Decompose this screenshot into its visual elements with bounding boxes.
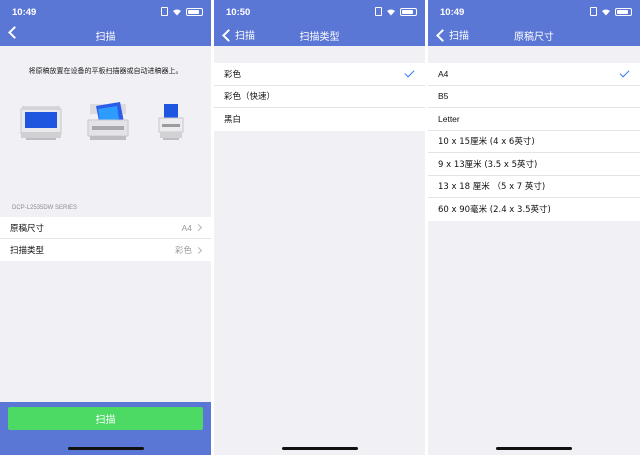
wifi-icon (601, 8, 611, 16)
paper-size-row[interactable]: 原稿尺寸 A4 (0, 217, 211, 239)
feeder-scanner-icon (156, 102, 186, 146)
list-item-color[interactable]: 彩色 (214, 63, 425, 86)
list-item-9x13[interactable]: 9 x 13厘米 (3.5 x 5英寸) (428, 153, 640, 176)
list-item-a4[interactable]: A4 (428, 63, 640, 86)
list-item-color-fast[interactable]: 彩色（快速） (214, 85, 425, 108)
sim-icon (161, 7, 168, 16)
nav-bar: 扫描 原稿尺寸 (428, 24, 640, 46)
home-indicator (496, 447, 572, 450)
page-title: 扫描 (95, 32, 116, 43)
checkmark-icon (619, 67, 630, 78)
home-indicator (281, 447, 358, 450)
status-time: 10:49 (440, 7, 465, 18)
status-time: 10:50 (226, 7, 251, 18)
battery-icon (615, 7, 632, 16)
checkmark-icon (404, 67, 415, 78)
paper-size-screen: 10:49 扫描 原稿尺寸 A4 B5 Letter 10 x 15厘米 (4 … (428, 0, 640, 455)
scan-type-screen: 10:50 扫描 扫描类型 彩色 彩色（快速） 黑白 (214, 0, 425, 455)
paper-size-value: A4 (182, 223, 203, 233)
sim-icon (375, 7, 382, 16)
chevron-right-icon (194, 246, 203, 254)
status-bar: 10:50 (214, 0, 425, 24)
flatbed-scanner-icon (20, 102, 62, 146)
list-item-60x90[interactable]: 60 x 90毫米 (2.4 x 3.5英寸) (428, 198, 640, 221)
list-item-black-white[interactable]: 黑白 (214, 108, 425, 131)
list-item-10x15[interactable]: 10 x 15厘米 (4 x 6英寸) (428, 130, 640, 153)
instruction-text: 将原稿放置在设备的平板扫描器或自动进稿器上。 (28, 67, 183, 75)
status-icons (161, 7, 203, 16)
status-bar: 10:49 (0, 0, 211, 24)
scan-button[interactable]: 扫描 (8, 407, 203, 430)
paper-size-label: 原稿尺寸 (10, 223, 45, 234)
battery-icon (400, 7, 417, 16)
list-item-letter[interactable]: Letter (428, 108, 640, 131)
nav-bar: 扫描 (0, 24, 211, 46)
scan-settings-group: 原稿尺寸 A4 扫描类型 彩色 (0, 217, 211, 261)
wifi-icon (172, 8, 182, 16)
scan-type-row[interactable]: 扫描类型 彩色 (0, 239, 211, 261)
nav-bar: 扫描 扫描类型 (214, 24, 425, 46)
paper-size-list: A4 B5 Letter 10 x 15厘米 (4 x 6英寸) 9 x 13厘… (428, 63, 640, 221)
page-title: 原稿尺寸 (514, 32, 554, 43)
scan-type-label: 扫描类型 (10, 246, 45, 256)
battery-icon (186, 7, 203, 16)
scan-screen: 10:49 扫描 将原稿放置在设备的平板扫描器或自动进稿器上。 DCP-L253… (0, 0, 211, 455)
mfp-printer-icon (86, 100, 130, 146)
chevron-right-icon (194, 223, 203, 232)
sim-icon (590, 7, 597, 16)
page-title: 扫描类型 (299, 32, 340, 43)
status-bar: 10:49 (428, 0, 640, 24)
list-item-b5[interactable]: B5 (428, 85, 640, 108)
status-icons (590, 7, 632, 16)
device-series-label: DCP-L2535DW SERIES (12, 205, 78, 211)
bottom-bar: 扫描 (0, 402, 211, 455)
list-item-13x18[interactable]: 13 x 18 厘米 （5 x 7 英寸) (428, 175, 640, 198)
wifi-icon (386, 8, 396, 16)
scan-type-list: 彩色 彩色（快速） 黑白 (214, 63, 425, 131)
scan-type-value: 彩色 (175, 244, 203, 256)
home-indicator (67, 447, 144, 450)
status-icons (375, 7, 417, 16)
scan-content: 将原稿放置在设备的平板扫描器或自动进稿器上。 DCP-L2535DW SERIE… (0, 46, 211, 455)
status-time: 10:49 (12, 7, 37, 18)
